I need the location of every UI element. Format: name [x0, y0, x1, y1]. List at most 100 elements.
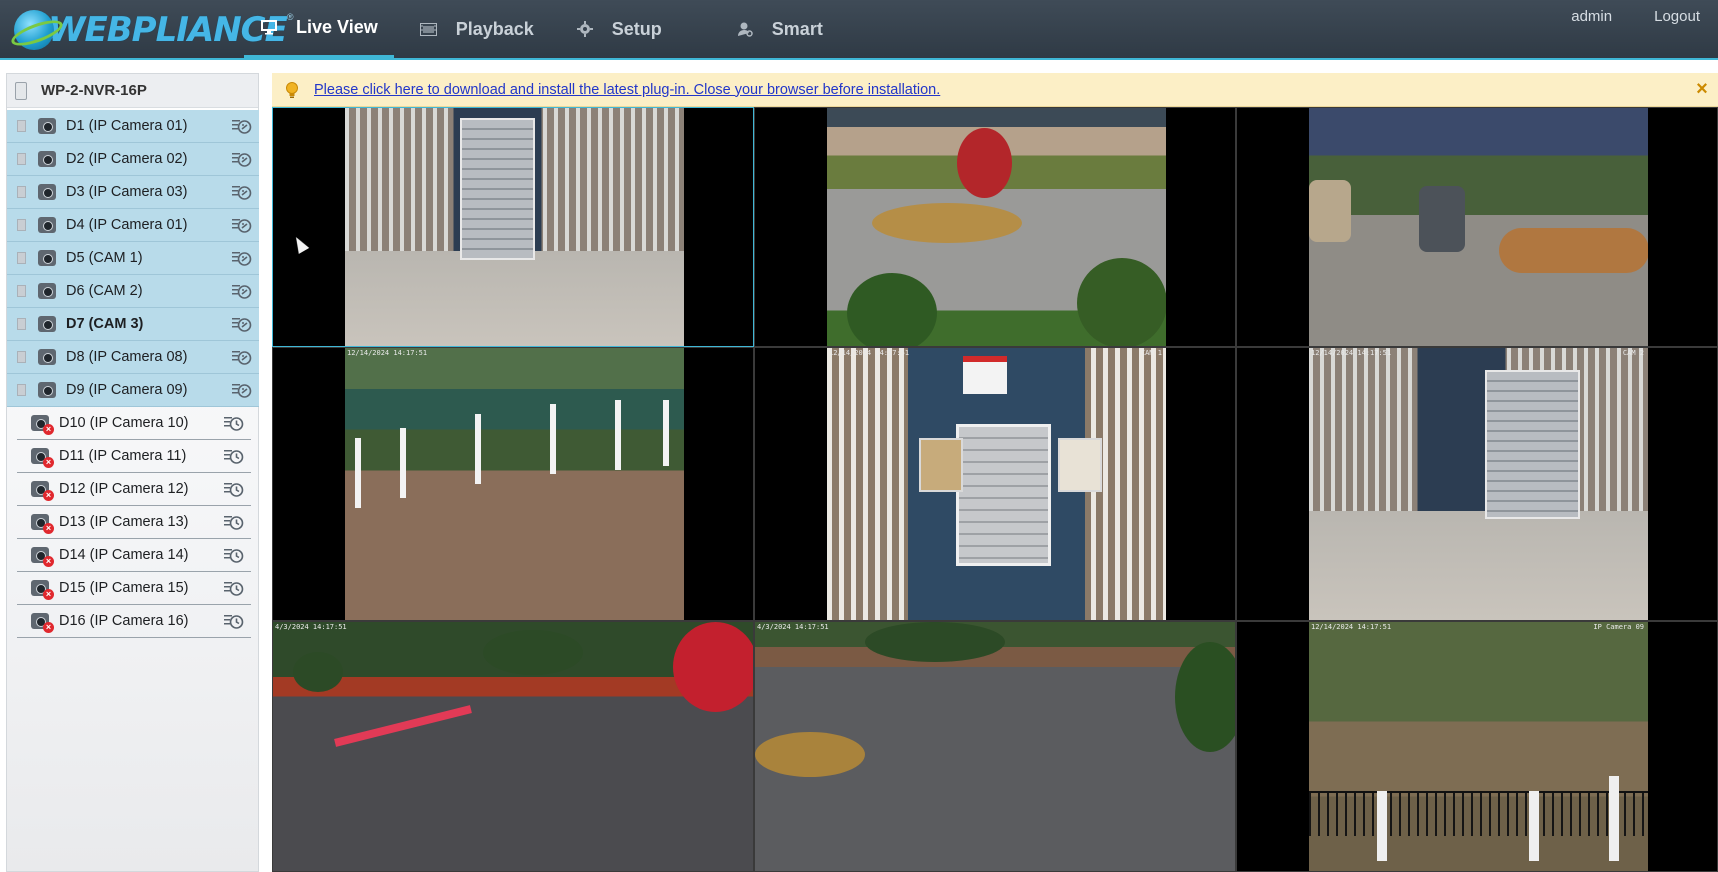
warning-sign: [962, 356, 1007, 395]
camera-row-d7[interactable]: D7 (CAM 3): [7, 308, 259, 341]
record-clock-icon[interactable]: [223, 414, 245, 432]
camera-label: D3 (IP Camera 03): [66, 184, 188, 200]
camera-icon: ×: [31, 481, 54, 501]
video-tile-1[interactable]: [272, 107, 754, 347]
camera-icon: [38, 184, 56, 200]
record-schedule-icon[interactable]: [231, 249, 253, 267]
camera-feed-porch: [345, 108, 684, 346]
nav-playback[interactable]: Playback: [404, 0, 550, 58]
camera-label: D2 (IP Camera 02): [66, 151, 188, 167]
camera-feed-yard: 12/14/2024 14:17:51 IP Camera 09: [1309, 622, 1648, 871]
camera-icon: [38, 118, 56, 134]
nav-playback-label: Playback: [455, 18, 534, 39]
camera-row-d5[interactable]: D5 (CAM 1): [7, 242, 259, 275]
camera-label: D1 (IP Camera 01): [66, 118, 188, 134]
record-clock-icon[interactable]: [223, 513, 245, 531]
video-tile-3[interactable]: [1236, 107, 1718, 347]
parked-car-tan: [1309, 180, 1351, 242]
video-tile-8[interactable]: 4/3/2024 14:17:51: [754, 621, 1236, 872]
gear-icon: [576, 21, 594, 37]
username-link[interactable]: admin: [1571, 8, 1612, 25]
camera-label: D11 (IP Camera 11): [59, 448, 187, 464]
video-tile-5[interactable]: 12/14/2024 14:17:51 CAM 1: [754, 347, 1236, 621]
nav-smart-label: Smart: [771, 18, 823, 39]
record-clock-icon[interactable]: [223, 480, 245, 498]
video-tile-2[interactable]: [754, 107, 1236, 347]
video-tile-6[interactable]: 12/14/2024 14:17:51 CAM 2: [1236, 347, 1718, 621]
record-schedule-icon[interactable]: [231, 315, 253, 333]
banner-close-icon[interactable]: ×: [1692, 79, 1712, 99]
logout-link[interactable]: Logout: [1654, 8, 1700, 25]
channel-toggle[interactable]: [17, 351, 26, 363]
record-schedule-icon[interactable]: [231, 216, 253, 234]
channel-toggle[interactable]: [17, 252, 26, 264]
video-tile-4[interactable]: 12/14/2024 14:17:51: [272, 347, 754, 621]
feed-camera-name: CAM 2: [1622, 349, 1644, 357]
camera-row-d10[interactable]: × D10 (IP Camera 10): [17, 407, 251, 440]
nav-live-view[interactable]: Live View: [244, 0, 394, 58]
channel-toggle[interactable]: [17, 219, 26, 231]
channel-toggle[interactable]: [17, 285, 26, 297]
camera-row-d6[interactable]: D6 (CAM 2): [7, 275, 259, 308]
record-clock-icon[interactable]: [223, 447, 245, 465]
camera-row-d13[interactable]: × D13 (IP Camera 13): [17, 506, 251, 539]
planting-bed: [755, 732, 865, 777]
offline-error-icon: ×: [43, 490, 54, 501]
record-schedule-icon[interactable]: [231, 282, 253, 300]
camera-icon: ×: [31, 448, 54, 468]
shrub: [293, 652, 343, 692]
camera-label: D12 (IP Camera 12): [59, 481, 189, 497]
user-area: admin Logout: [1571, 8, 1700, 25]
camera-icon: [38, 382, 56, 398]
nav-smart[interactable]: Smart: [720, 0, 839, 58]
mailbox-unit: [1485, 369, 1581, 520]
camera-row-d9[interactable]: D9 (IP Camera 09): [7, 374, 259, 407]
fence-post: [400, 428, 406, 498]
camera-row-d2[interactable]: D2 (IP Camera 02): [7, 143, 259, 176]
camera-label: D9 (IP Camera 09): [66, 382, 188, 398]
camera-row-d16[interactable]: × D16 (IP Camera 16): [17, 605, 251, 638]
record-schedule-icon[interactable]: [231, 381, 253, 399]
record-clock-icon[interactable]: [223, 612, 245, 630]
island-bed: [872, 203, 1022, 243]
person-icon: [736, 21, 754, 37]
camera-row-d12[interactable]: × D12 (IP Camera 12): [17, 473, 251, 506]
camera-feed-road: 4/3/2024 14:17:51: [273, 622, 753, 871]
camera-label: D8 (IP Camera 08): [66, 349, 188, 365]
record-schedule-icon[interactable]: [231, 117, 253, 135]
mailbox-unit: [460, 117, 535, 261]
camera-row-d4[interactable]: D4 (IP Camera 01): [7, 209, 259, 242]
nav-setup[interactable]: Setup: [560, 0, 678, 58]
feed-timestamp: 12/14/2024 14:17:51: [1311, 349, 1392, 357]
shrub: [483, 630, 583, 675]
channel-toggle[interactable]: [17, 153, 26, 165]
device-header[interactable]: WP-2-NVR-16P: [7, 74, 258, 108]
video-tile-9[interactable]: 12/14/2024 14:17:51 IP Camera 09: [1236, 621, 1718, 872]
channel-toggle[interactable]: [17, 318, 26, 330]
fence-post: [1377, 791, 1387, 862]
red-maple: [673, 622, 753, 712]
video-tile-7[interactable]: 4/3/2024 14:17:51: [272, 621, 754, 872]
channel-toggle[interactable]: [17, 186, 26, 198]
camera-row-d15[interactable]: × D15 (IP Camera 15): [17, 572, 251, 605]
record-schedule-icon[interactable]: [231, 348, 253, 366]
fence-post: [475, 414, 481, 484]
globe-logo-icon: [14, 10, 54, 50]
camera-label: D16 (IP Camera 16): [59, 613, 189, 629]
camera-row-d1[interactable]: D1 (IP Camera 01): [7, 110, 259, 143]
download-plugin-link[interactable]: Please click here to download and instal…: [314, 82, 940, 98]
record-clock-icon[interactable]: [223, 579, 245, 597]
feed-camera-name: CAM 1: [1140, 349, 1162, 357]
record-schedule-icon[interactable]: [231, 183, 253, 201]
record-clock-icon[interactable]: [223, 546, 245, 564]
record-schedule-icon[interactable]: [231, 150, 253, 168]
channel-toggle[interactable]: [17, 384, 26, 396]
camera-row-d11[interactable]: × D11 (IP Camera 11): [17, 440, 251, 473]
hedge-right: [1175, 642, 1235, 752]
camera-row-d14[interactable]: × D14 (IP Camera 14): [17, 539, 251, 572]
channel-toggle[interactable]: [17, 120, 26, 132]
fence-post: [550, 404, 556, 474]
camera-row-d8[interactable]: D8 (IP Camera 08): [7, 341, 259, 374]
camera-row-d3[interactable]: D3 (IP Camera 03): [7, 176, 259, 209]
camera-icon: ×: [31, 547, 54, 567]
